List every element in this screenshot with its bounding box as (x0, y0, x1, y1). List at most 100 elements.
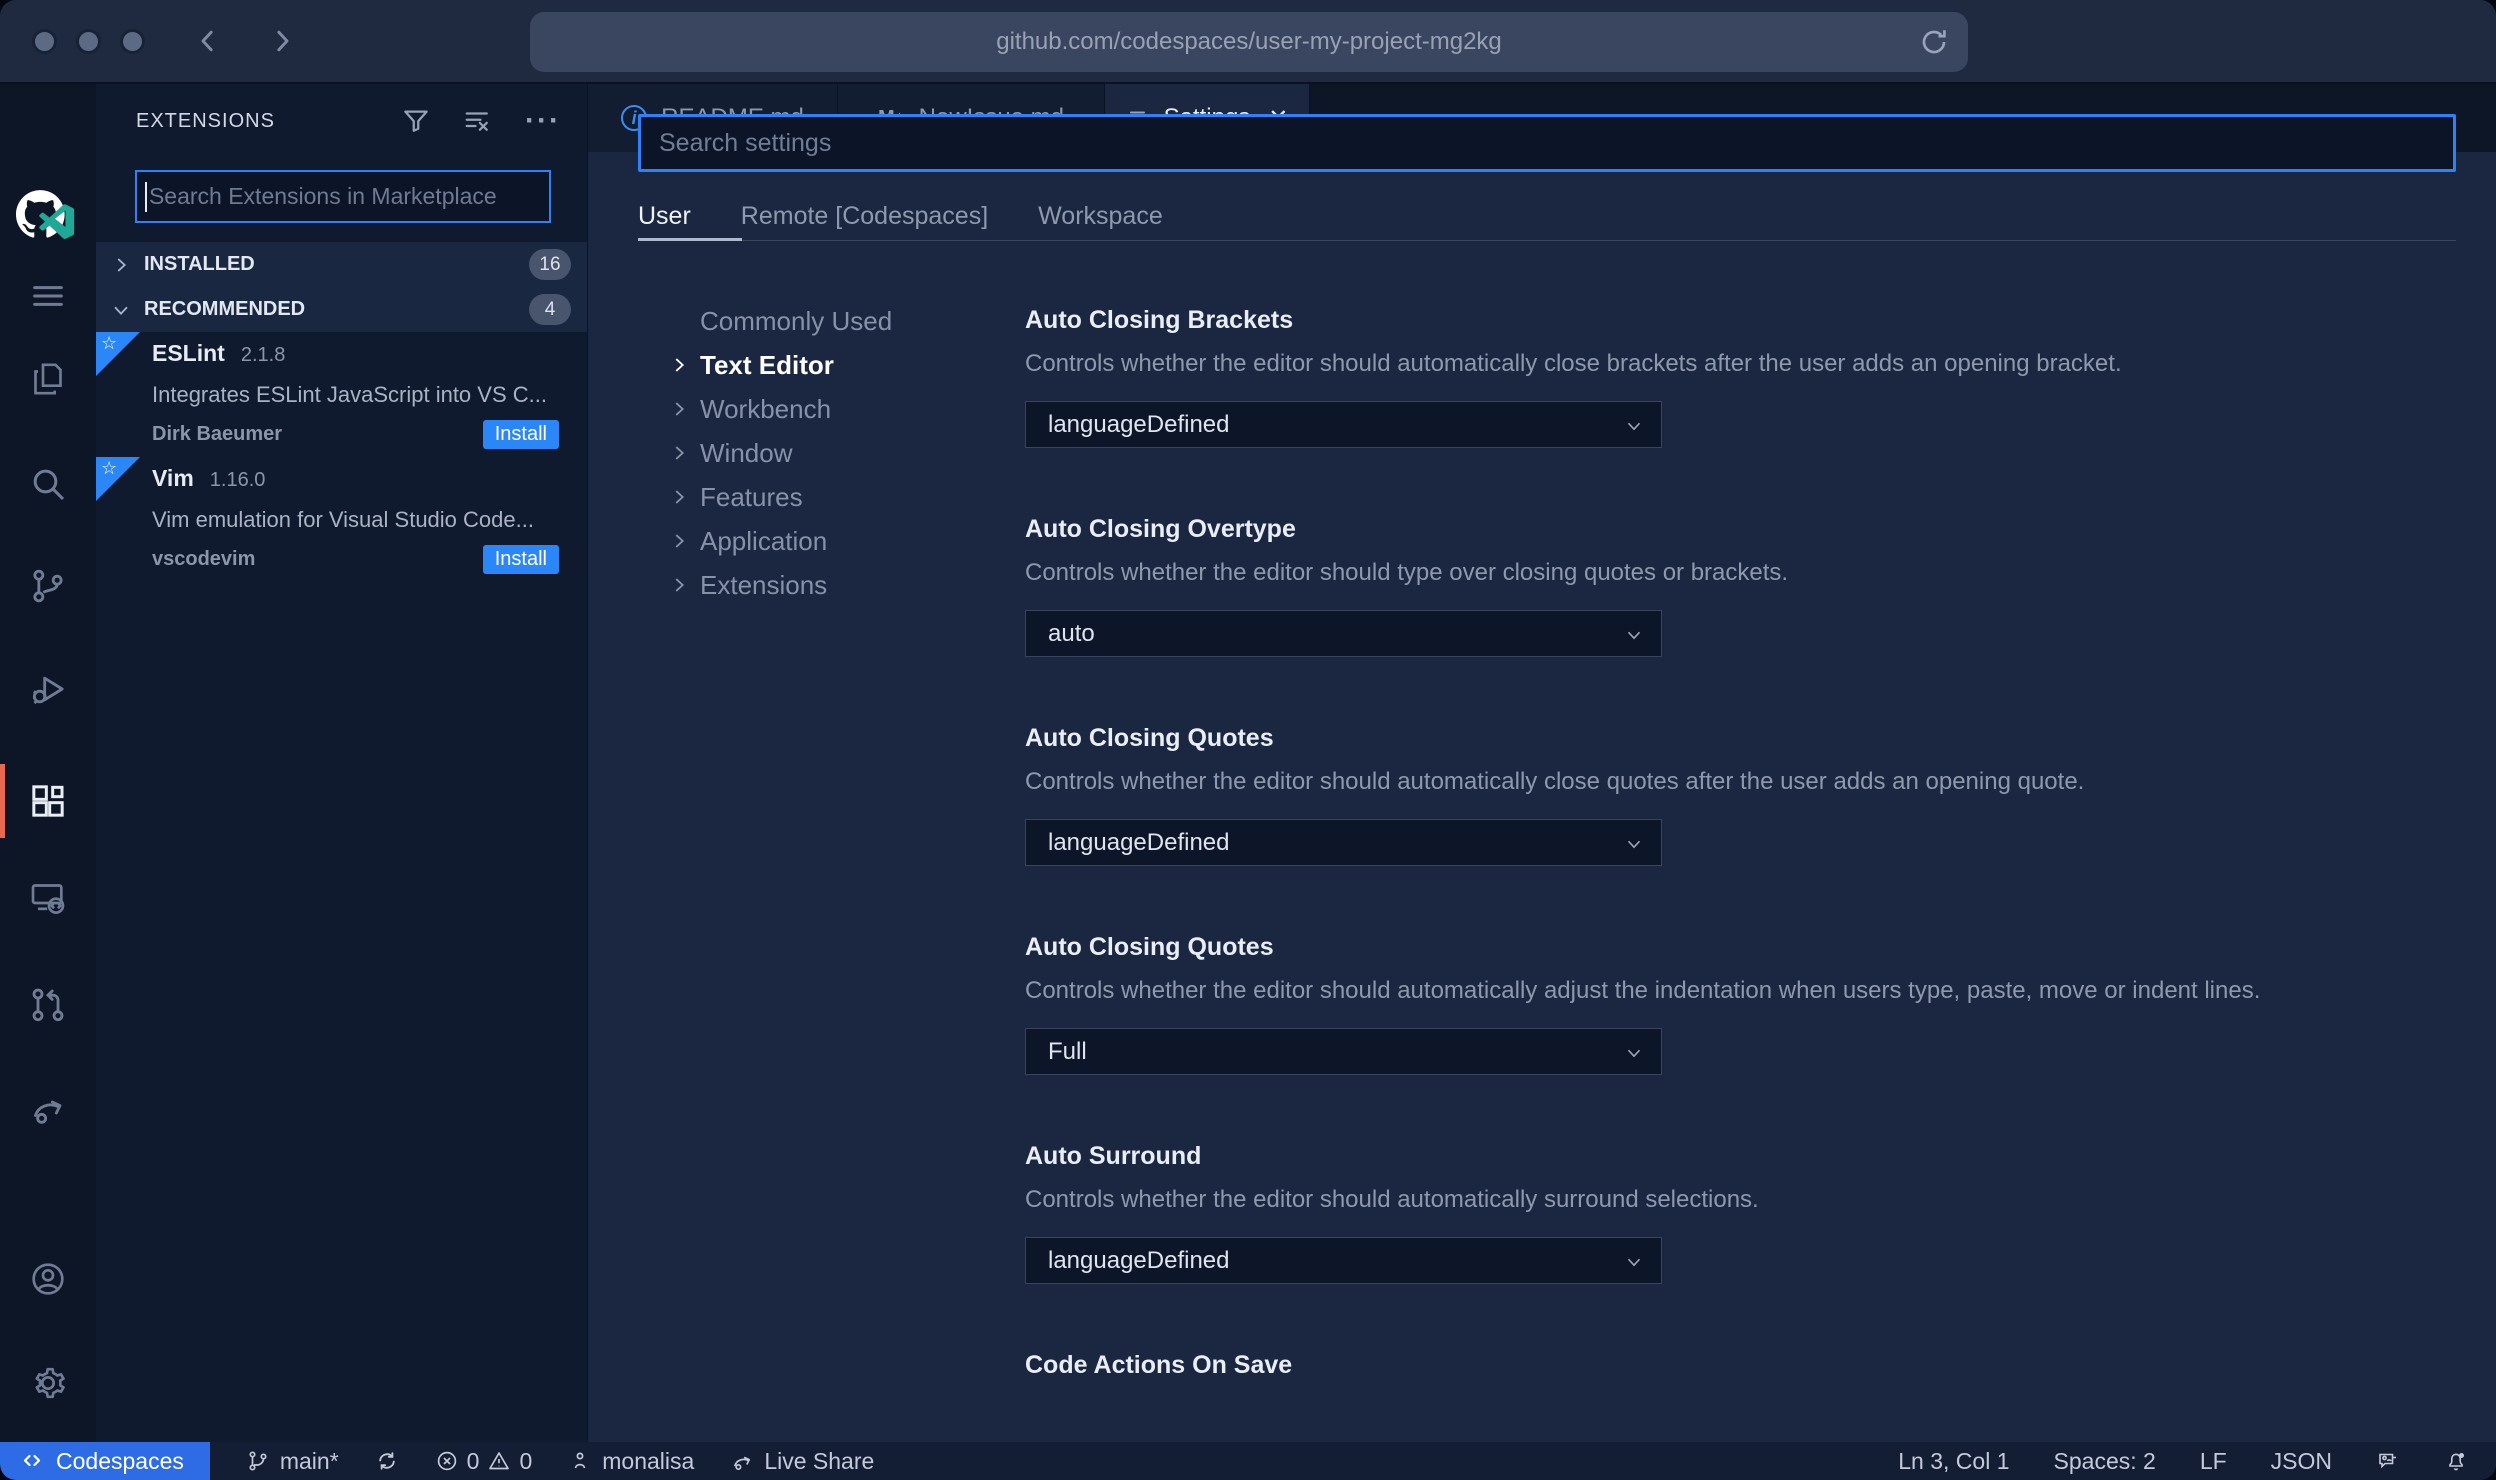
star-icon: ☆ (101, 458, 118, 478)
settings-toc: Commonly Used Text Editor Workbench Wind… (668, 299, 998, 607)
more-actions-icon[interactable]: ··· (525, 106, 561, 136)
window-minimize-button[interactable] (76, 28, 101, 54)
codespaces-label: Codespaces (56, 1447, 184, 1474)
setting-auto-closing-overtype: Auto Closing Overtype Controls whether t… (1025, 514, 2456, 657)
codespaces-remote-button[interactable]: Codespaces (0, 1442, 210, 1480)
window-close-button[interactable] (32, 28, 57, 54)
star-icon: ☆ (101, 333, 118, 353)
git-branch-icon (249, 1451, 267, 1471)
user-indicator[interactable]: monalisa (568, 1448, 694, 1475)
toc-window[interactable]: Window (668, 431, 998, 475)
extensions-search-input[interactable] (146, 183, 549, 210)
section-label: INSTALLED (144, 253, 255, 275)
toc-commonly-used[interactable]: Commonly Used (668, 299, 998, 343)
status-bar: Codespaces main* 0 0 monalisa Live Share… (0, 1442, 2496, 1480)
toc-application[interactable]: Application (668, 519, 998, 563)
toc-label: Window (700, 437, 793, 468)
window-zoom-button[interactable] (120, 28, 145, 54)
filter-icon[interactable] (401, 106, 431, 136)
scope-user[interactable]: User (638, 202, 691, 231)
toc-label: Workbench (700, 393, 832, 424)
toc-label: Text Editor (700, 349, 834, 380)
setting-dropdown[interactable]: languageDefined (1025, 819, 1662, 866)
chevron-right-icon (675, 534, 685, 548)
menu-icon[interactable] (0, 264, 96, 328)
section-label: RECOMMENDED (144, 298, 306, 320)
setting-title: Code Actions On Save (1025, 1351, 1293, 1379)
extension-version: 2.1.8 (240, 344, 286, 366)
settings-entries: Auto Closing Brackets Controls whether t… (1025, 241, 2456, 1442)
scope-remote[interactable]: Remote [Codespaces] (741, 202, 988, 231)
extensions-icon[interactable] (0, 769, 96, 833)
toc-features[interactable]: Features (668, 475, 998, 519)
setting-auto-surround: Auto Surround Controls whether the edito… (1025, 1141, 2456, 1284)
section-recommended[interactable]: RECOMMENDED 4 (96, 287, 587, 332)
settings-search-input[interactable] (641, 128, 2453, 158)
live-share-button[interactable]: Live Share (730, 1448, 874, 1475)
install-button[interactable]: Install (482, 420, 559, 449)
setting-auto-closing-brackets: Auto Closing Brackets Controls whether t… (1025, 305, 2456, 448)
chevron-right-icon (675, 578, 685, 592)
extension-publisher: vscodevim (152, 548, 256, 570)
chevron-right-icon (675, 358, 685, 372)
live-share-icon[interactable] (0, 1076, 96, 1140)
notifications-bell-icon[interactable] (2444, 1449, 2468, 1473)
settings-search-box[interactable] (638, 114, 2456, 172)
cursor-position[interactable]: Ln 3, Col 1 (1898, 1448, 2009, 1475)
branch-indicator[interactable]: main* (246, 1448, 339, 1475)
toc-label: Application (700, 525, 828, 556)
github-codespaces-logo-icon[interactable] (16, 190, 80, 250)
url-text: github.com/codespaces/user-my-project-mg… (996, 28, 1502, 55)
refresh-icon[interactable] (1918, 26, 1950, 58)
toc-extensions[interactable]: Extensions (668, 563, 998, 607)
eol-indicator[interactable]: LF (2200, 1448, 2227, 1475)
clear-extensions-input-icon[interactable] (463, 106, 493, 136)
source-control-icon[interactable] (0, 554, 96, 618)
setting-dropdown[interactable]: auto (1025, 610, 1662, 657)
remote-explorer-icon[interactable] (0, 866, 96, 930)
back-button[interactable] (193, 26, 223, 56)
account-icon[interactable] (0, 1247, 96, 1311)
address-bar[interactable]: github.com/codespaces/user-my-project-mg… (530, 12, 1968, 72)
dropdown-value: languageDefined (1048, 1246, 1230, 1274)
forward-button[interactable] (267, 26, 297, 56)
setting-title: Auto Closing Quotes (1025, 933, 1274, 961)
toc-text-editor[interactable]: Text Editor (668, 343, 998, 387)
setting-dropdown[interactable]: languageDefined (1025, 401, 1662, 448)
install-button[interactable]: Install (482, 545, 559, 574)
extension-description: Integrates ESLint JavaScript into VS C..… (152, 382, 547, 407)
search-icon[interactable] (0, 452, 96, 516)
toc-workbench[interactable]: Workbench (668, 387, 998, 431)
setting-description: Controls whether the editor should type … (1025, 559, 1789, 586)
remote-icon (23, 1454, 41, 1467)
dropdown-value: languageDefined (1048, 828, 1230, 856)
problems-indicator[interactable]: 0 0 (435, 1447, 532, 1475)
explorer-icon[interactable] (0, 347, 96, 411)
setting-dropdown[interactable]: languageDefined (1025, 1237, 1662, 1284)
scope-workspace[interactable]: Workspace (1038, 202, 1163, 231)
indentation-indicator[interactable]: Spaces: 2 (2054, 1448, 2156, 1475)
settings-scope-tabs: User Remote [Codespaces] Workspace (638, 202, 1163, 231)
error-icon (437, 1451, 456, 1471)
pull-requests-icon[interactable] (0, 972, 96, 1036)
feedback-icon[interactable] (2376, 1449, 2400, 1473)
recommended-count-badge: 4 (529, 294, 571, 325)
section-installed[interactable]: INSTALLED 16 (96, 242, 587, 287)
settings-body: Commonly Used Text Editor Workbench Wind… (638, 241, 2456, 1442)
live-share-label: Live Share (764, 1447, 875, 1474)
settings-gear-icon[interactable] (0, 1351, 96, 1415)
chevron-right-icon (117, 257, 127, 272)
chevron-down-icon (114, 306, 128, 315)
extension-item-vim[interactable]: ☆ Vim 1.16.0 Vim emulation for Visual St… (96, 457, 587, 578)
language-mode[interactable]: JSON (2271, 1448, 2332, 1475)
active-view-indicator (0, 764, 5, 838)
run-and-debug-icon[interactable] (0, 657, 96, 721)
extension-item-eslint[interactable]: ☆ ESLint 2.1.8 Integrates ESLint JavaScr… (96, 332, 587, 453)
sidebar-title: EXTENSIONS (136, 109, 275, 132)
error-count: 0 (466, 1447, 480, 1474)
extensions-search-box[interactable] (135, 170, 551, 223)
setting-dropdown[interactable]: Full (1025, 1028, 1662, 1075)
sync-button[interactable] (375, 1449, 399, 1473)
chevron-down-icon (1627, 1258, 1641, 1267)
browser-chrome: github.com/codespaces/user-my-project-mg… (0, 0, 2496, 84)
